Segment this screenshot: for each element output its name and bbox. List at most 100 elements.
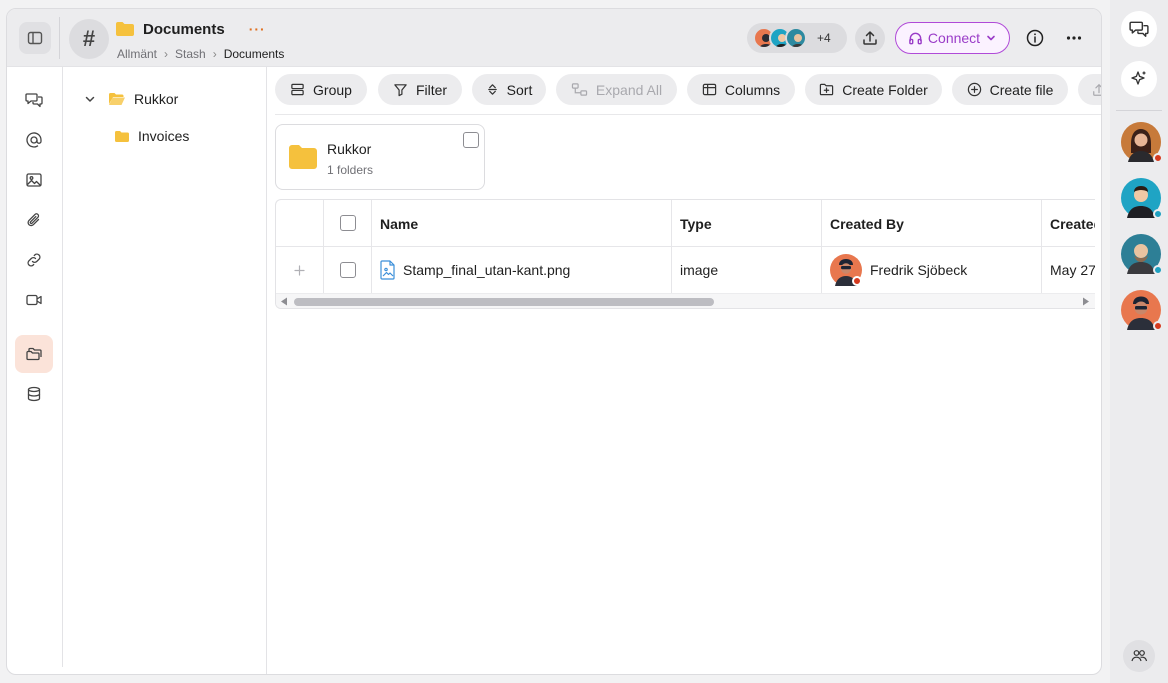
info-button[interactable]: [1020, 23, 1050, 53]
sidebar-icon: [27, 30, 43, 46]
threads-button[interactable]: [1121, 11, 1157, 47]
member-avatar[interactable]: [1121, 122, 1163, 163]
select-all-checkbox[interactable]: [340, 215, 356, 231]
files-toolbar: Group Filter Sort Expand All Columns Cre…: [275, 74, 1101, 106]
title-more-button[interactable]: ···: [249, 21, 266, 37]
folder-plus-icon: [819, 82, 834, 97]
create-file-label: Create file: [989, 81, 1054, 98]
expand-all-button[interactable]: Expand All: [556, 74, 677, 105]
member-avatar[interactable]: [1121, 178, 1163, 219]
breadcrumb-item[interactable]: Stash: [175, 47, 206, 61]
columns-button[interactable]: Columns: [687, 74, 795, 105]
chat-icon: [25, 91, 43, 109]
upload-file-button[interactable]: [1078, 74, 1101, 105]
column-header-name[interactable]: Name: [380, 214, 418, 234]
rail-attachments[interactable]: [15, 201, 53, 239]
create-folder-button[interactable]: Create Folder: [805, 74, 942, 105]
channel-hash-icon: #: [69, 19, 109, 59]
status-dot: [1153, 209, 1163, 219]
connect-button[interactable]: Connect: [895, 22, 1010, 54]
column-header-type[interactable]: Type: [680, 214, 712, 234]
folder-card-meta: 1 folders: [327, 163, 374, 177]
member-avatar[interactable]: [1121, 234, 1163, 275]
image-icon: [25, 171, 43, 189]
column-header-created[interactable]: Created: [1050, 214, 1095, 234]
tree-item-label: Rukkor: [134, 91, 179, 107]
link-icon: [25, 251, 43, 269]
toolbar-divider: [275, 114, 1101, 115]
create-file-button[interactable]: Create file: [952, 74, 1068, 105]
ai-assistant-button[interactable]: [1121, 61, 1157, 97]
participants-pill[interactable]: +4: [747, 23, 847, 53]
status-dot: [852, 276, 862, 286]
folder-icon: [114, 130, 130, 143]
group-label: Group: [313, 81, 352, 98]
right-panel: [1110, 0, 1168, 683]
member-avatar[interactable]: [1121, 290, 1163, 331]
folder-icon: [288, 144, 318, 170]
sparkle-icon: [1129, 69, 1149, 89]
filter-label: Filter: [415, 81, 448, 98]
participants-count: +4: [817, 31, 831, 45]
rail-divider: [62, 67, 63, 667]
tree-item-invoices[interactable]: Invoices: [114, 128, 189, 144]
sort-button[interactable]: Sort: [472, 74, 546, 105]
tree-item-rukkor[interactable]: Rukkor: [84, 91, 178, 107]
filter-icon: [393, 82, 408, 97]
sort-label: Sort: [506, 81, 533, 98]
created-by-name: Fredrik Sjöbeck: [870, 262, 968, 278]
at-icon: [25, 131, 43, 149]
connect-label: Connect: [927, 30, 981, 46]
rail-files[interactable]: [15, 335, 53, 373]
expand-row-icon[interactable]: [294, 265, 305, 276]
column-header-created-by[interactable]: Created By: [830, 214, 904, 234]
chevron-down-icon[interactable]: [84, 93, 96, 105]
toggle-sidebar-button[interactable]: [19, 22, 51, 54]
columns-label: Columns: [724, 81, 781, 98]
info-icon: [1026, 29, 1044, 47]
image-file-icon: [380, 260, 396, 280]
expand-all-label: Expand All: [595, 81, 663, 98]
horizontal-scrollbar[interactable]: [276, 293, 1095, 308]
members-button[interactable]: [1123, 640, 1155, 672]
users-icon: [1130, 647, 1148, 665]
chevron-right-icon: ›: [212, 47, 217, 61]
plus-circle-icon: [967, 82, 982, 97]
folder-card-checkbox[interactable]: [463, 132, 479, 148]
tree-item-label: Invoices: [138, 128, 190, 144]
more-horizontal-icon: [1066, 36, 1082, 40]
folder-card[interactable]: Rukkor 1 folders: [275, 124, 485, 190]
group-button[interactable]: Group: [275, 74, 367, 105]
left-rail: [7, 67, 63, 674]
breadcrumb-item[interactable]: Allmänt: [117, 47, 157, 61]
scroll-right-icon[interactable]: [1082, 297, 1090, 306]
rail-database[interactable]: [15, 375, 53, 413]
scrollbar-thumb[interactable]: [294, 298, 714, 306]
header-divider: [59, 17, 60, 59]
rail-messages[interactable]: [15, 81, 53, 119]
scroll-left-icon[interactable]: [280, 297, 288, 306]
folder-icon: [115, 21, 135, 37]
paperclip-icon: [25, 211, 43, 229]
filter-button[interactable]: Filter: [378, 74, 462, 105]
chevron-down-icon: [985, 32, 997, 44]
table-row[interactable]: Stamp_final_utan-kant.png image Fredrik …: [276, 247, 1095, 293]
folders-icon: [25, 345, 43, 363]
rail-images[interactable]: [15, 161, 53, 199]
created-date: May 27: [1050, 262, 1095, 278]
sort-icon: [486, 83, 499, 96]
more-options-button[interactable]: [1059, 23, 1089, 53]
rail-links[interactable]: [15, 241, 53, 279]
expand-icon: [571, 82, 588, 97]
create-folder-label: Create Folder: [842, 81, 928, 98]
rail-video[interactable]: [15, 281, 53, 319]
chat-icon: [1129, 19, 1149, 39]
page-title: Documents: [143, 20, 225, 38]
panel-divider: [1116, 110, 1162, 111]
folder-tree: Rukkor Invoices: [64, 67, 267, 674]
row-checkbox[interactable]: [340, 262, 356, 278]
file-name-link[interactable]: Stamp_final_utan-kant.png: [403, 260, 570, 280]
upload-button[interactable]: [855, 23, 885, 53]
rail-mentions[interactable]: [15, 121, 53, 159]
chevron-right-icon: ›: [164, 47, 169, 61]
